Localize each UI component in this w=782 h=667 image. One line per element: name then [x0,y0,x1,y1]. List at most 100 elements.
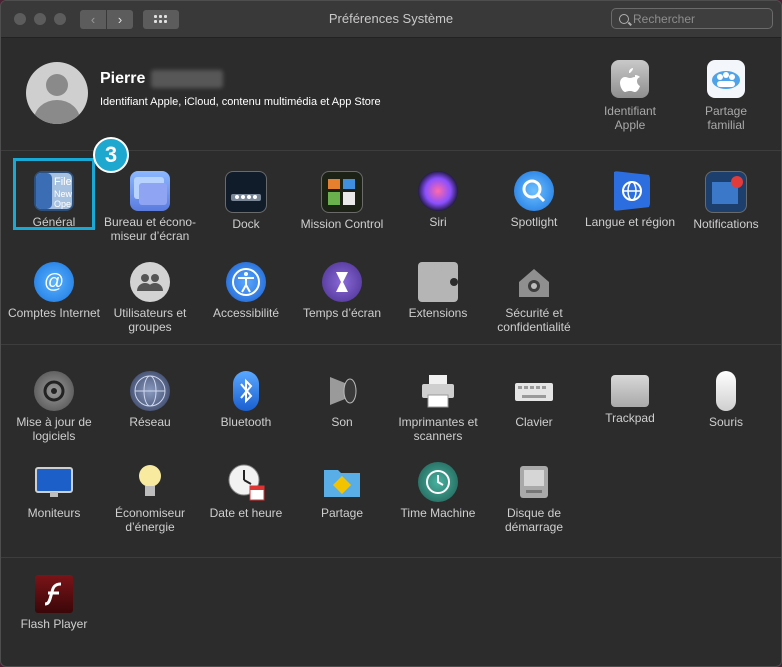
pref-general[interactable]: File New Ope Général [6,171,102,229]
pref-sound[interactable]: Son [294,371,390,429]
svg-text:File: File [54,176,72,188]
flash-player-label: Flash Player [20,617,88,631]
system-preferences-window: ‹ › Préférences Système Rechercher Pierr… [0,0,782,667]
energy-saver-icon [130,462,170,502]
software-update-icon [34,371,74,411]
security-icon [514,262,554,302]
pref-mouse[interactable]: Souris [678,371,774,429]
pref-internet-accounts[interactable]: @ Comptes Internet [6,262,102,320]
spotlight-label: Spotlight [510,215,558,229]
pref-startup-disk[interactable]: Disque de démarrage [486,462,582,534]
spotlight-icon [514,171,554,211]
flash-player-icon [35,575,73,613]
third-party-section: Flash Player [1,558,781,666]
step-badge: 3 [93,137,129,173]
user-subtitle: Identifiant Apple, iCloud, contenu multi… [100,96,381,108]
users-icon [130,262,170,302]
pref-displays[interactable]: Moniteurs [6,462,102,520]
search-field[interactable]: Rechercher [611,8,773,29]
search-icon [619,14,629,24]
pref-spotlight[interactable]: Spotlight [486,171,582,229]
avatar-head-shape [46,74,68,96]
network-label: Réseau [129,415,171,429]
hardware-section: Mise à jour de logiciels Réseau Bluetoot… [1,345,781,558]
title-bar: ‹ › Préférences Système Rechercher [1,1,781,38]
pref-security-privacy[interactable]: Sécurité et confidentialité [486,262,582,334]
general-label: Général [32,215,76,229]
svg-text:New: New [54,189,73,199]
pref-sharing[interactable]: Partage [294,462,390,520]
avatar-body-shape [34,100,80,124]
energy-saver-label: Économiseur d’énergie [114,506,186,534]
svg-text:Ope: Ope [54,199,71,209]
date-time-label: Date et heure [209,506,283,520]
pref-language-region[interactable]: Langue et région [582,171,678,229]
mission-control-label: Mission Control [300,217,384,231]
pref-printers-scanners[interactable]: Imprimantes et scanners [390,371,486,443]
apple-id-banner: Pierre Identifiant Apple, iCloud, conten… [1,38,781,151]
network-icon [130,371,170,411]
users-label: Utilisateurs et groupes [113,306,187,334]
pref-screen-time[interactable]: Temps d’écran [294,262,390,320]
notifications-label: Notifications [693,217,759,231]
pref-extensions[interactable]: Extensions [390,262,486,320]
pref-software-update[interactable]: Mise à jour de logiciels [6,371,102,443]
printer-icon [418,371,458,411]
language-icon [614,171,650,211]
pref-time-machine[interactable]: Time Machine [390,462,486,520]
screen-time-icon [322,262,362,302]
displays-icon [34,462,74,502]
pref-family-sharing[interactable]: Partage familial [686,60,766,132]
search-placeholder: Rechercher [633,12,696,26]
time-machine-label: Time Machine [400,506,476,520]
pref-network[interactable]: Réseau [102,371,198,429]
trackpad-icon [611,375,649,407]
at-sign-icon: @ [43,271,65,293]
personal-section: 3 File New Ope Général Bureau et écono-mis… [1,137,781,345]
mouse-icon [716,371,736,411]
sharing-label: Partage [320,506,364,520]
mouse-label: Souris [708,415,743,429]
internet-accounts-icon: @ [34,262,74,302]
pref-siri[interactable]: Siri [390,171,486,229]
avatar[interactable] [26,62,88,124]
keyboard-icon [514,371,554,411]
accessibility-label: Accessibilité [212,306,280,320]
general-icon: File New Ope [34,171,74,211]
pref-keyboard[interactable]: Clavier [486,371,582,429]
sound-icon [322,371,362,411]
notifications-icon [705,171,747,213]
bluetooth-icon [233,371,259,411]
pref-accessibility[interactable]: Accessibilité [198,262,294,320]
pref-flash-player[interactable]: Flash Player [6,575,102,631]
pref-desktop-screensaver[interactable]: Bureau et écono-miseur d’écran [102,171,198,243]
printers-label: Imprimantes et scanners [398,415,478,443]
pref-mission-control[interactable]: Mission Control [294,171,390,231]
pref-dock[interactable]: Dock [198,171,294,231]
apple-id-label: Identifiant Apple [603,104,657,132]
trackpad-label: Trackpad [605,411,655,425]
accessibility-icon [226,262,266,302]
apple-id-icon [611,60,649,98]
family-sharing-label: Partage familial [704,104,748,132]
siri-icon [418,171,458,211]
desktop-icon [130,171,170,211]
displays-label: Moniteurs [27,506,81,520]
pref-apple-id[interactable]: Identifiant Apple [590,60,670,132]
startup-disk-label: Disque de démarrage [504,506,564,534]
pref-notifications[interactable]: Notifications [678,171,774,231]
sound-label: Son [331,415,353,429]
pref-bluetooth[interactable]: Bluetooth [198,371,294,429]
software-update-label: Mise à jour de logiciels [16,415,92,443]
internet-accounts-label: Comptes Internet [7,306,101,320]
pref-date-time[interactable]: Date et heure [198,462,294,520]
pref-trackpad[interactable]: Trackpad [582,371,678,425]
pref-energy-saver[interactable]: Économiseur d’énergie [102,462,198,534]
siri-label: Siri [429,215,447,229]
pref-users-groups[interactable]: Utilisateurs et groupes [102,262,198,334]
startup-disk-icon [514,462,554,502]
family-sharing-icon [707,60,745,98]
dock-icon [225,171,267,213]
time-machine-icon [418,462,458,502]
date-time-icon [226,462,266,502]
